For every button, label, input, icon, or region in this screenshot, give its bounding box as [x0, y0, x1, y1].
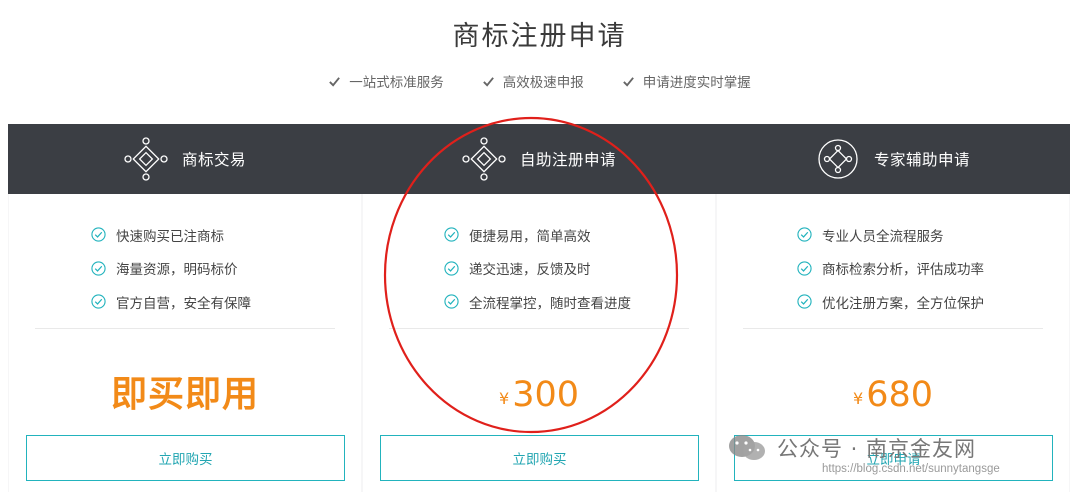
plan-header-self-apply: 自助注册申请: [362, 124, 716, 194]
plan-header-trade: 商标交易: [8, 124, 362, 194]
buy-now-button[interactable]: 立即购买: [380, 435, 699, 481]
circle-check-icon: [444, 294, 459, 309]
benefit-item: 优化注册方案，全方位保护: [717, 285, 1069, 319]
benefit-label: 优化注册方案，全方位保护: [822, 295, 984, 312]
check-icon: [482, 76, 494, 87]
currency-symbol: ¥: [499, 389, 510, 408]
benefit-label: 专业人员全流程服务: [822, 228, 944, 245]
benefit-label: 官方自营，安全有保障: [116, 295, 251, 312]
feature-list: 一站式标准服务 高效极速申报 申请进度实时掌握: [0, 71, 1079, 91]
watermark-url: https://blog.csdn.net/sunnytangsge: [822, 463, 1000, 475]
benefit-item: 专业人员全流程服务: [717, 218, 1069, 252]
page-title: 商标注册申请: [452, 21, 627, 52]
feature-item: 一站式标准服务: [328, 71, 444, 91]
feature-item: 高效极速申报: [482, 71, 584, 91]
card-divider: [389, 328, 689, 329]
currency-symbol: ¥: [853, 389, 864, 408]
circle-network-icon: [818, 139, 858, 179]
plan-name: 专家辅助申请: [873, 151, 970, 169]
feature-label: 申请进度实时掌握: [642, 75, 751, 91]
benefit-list: 便捷易用，简单高效 递交迅速，反馈及时 全流程掌控，随时查看进度: [363, 218, 715, 319]
price-value: 680: [866, 375, 933, 415]
price-label: ¥680: [717, 371, 1069, 419]
buy-now-button[interactable]: 立即购买: [26, 435, 345, 481]
feature-label: 一站式标准服务: [349, 75, 444, 91]
card-divider: [35, 328, 335, 329]
check-icon: [329, 76, 341, 87]
benefit-label: 快速购买已注商标: [116, 228, 224, 245]
circle-check-icon: [91, 227, 106, 242]
feature-label: 高效极速申报: [502, 75, 584, 91]
benefit-item: 全流程掌控，随时查看进度: [363, 285, 715, 319]
circle-check-icon: [797, 294, 812, 309]
feature-item: 申请进度实时掌握: [622, 71, 751, 91]
benefit-label: 海量资源，明码标价: [116, 262, 238, 279]
benefit-list: 快速购买已注商标 海量资源，明码标价 官方自营，安全有保障: [9, 218, 361, 319]
check-icon: [622, 76, 634, 87]
circle-check-icon: [91, 294, 106, 309]
benefit-item: 快速购买已注商标: [9, 218, 361, 252]
wechat-icon: [729, 435, 765, 460]
circle-check-icon: [91, 261, 106, 276]
diamond-network-icon: [124, 137, 168, 181]
diamond-network-icon: [462, 137, 506, 181]
price-value: 300: [512, 375, 579, 415]
circle-check-icon: [797, 227, 812, 242]
watermark-label: 公众号 · 南京金友网: [777, 437, 977, 461]
benefit-label: 递交迅速，反馈及时: [469, 262, 591, 279]
benefit-item: 官方自营，安全有保障: [9, 285, 361, 319]
benefit-list: 专业人员全流程服务 商标检索分析，评估成功率 优化注册方案，全方位保护: [717, 218, 1069, 319]
plan-header-expert: 专家辅助申请: [716, 124, 1070, 194]
benefit-item: 商标检索分析，评估成功率: [717, 252, 1069, 286]
price-label: ¥300: [363, 371, 715, 419]
card-divider: [743, 328, 1043, 329]
circle-check-icon: [444, 261, 459, 276]
circle-check-icon: [797, 261, 812, 276]
plan-name: 商标交易: [181, 151, 246, 169]
benefit-label: 商标检索分析，评估成功率: [822, 262, 984, 279]
plan-name: 自助注册申请: [519, 151, 616, 169]
plan-card-self-apply: 便捷易用，简单高效 递交迅速，反馈及时 全流程掌控，随时查看进度 ¥300 立即…: [363, 194, 715, 492]
benefit-item: 便捷易用，简单高效: [363, 218, 715, 252]
plan-card-trade: 快速购买已注商标 海量资源，明码标价 官方自营，安全有保障 即买即用 立即购买: [9, 194, 361, 492]
benefit-item: 递交迅速，反馈及时: [363, 252, 715, 286]
price-label: 即买即用: [9, 371, 361, 419]
benefit-label: 全流程掌控，随时查看进度: [469, 295, 631, 312]
benefit-label: 便捷易用，简单高效: [469, 228, 591, 245]
watermark: 公众号 · 南京金友网: [727, 431, 976, 465]
circle-check-icon: [444, 227, 459, 242]
price-value: 即买即用: [110, 374, 259, 415]
benefit-item: 海量资源，明码标价: [9, 252, 361, 286]
